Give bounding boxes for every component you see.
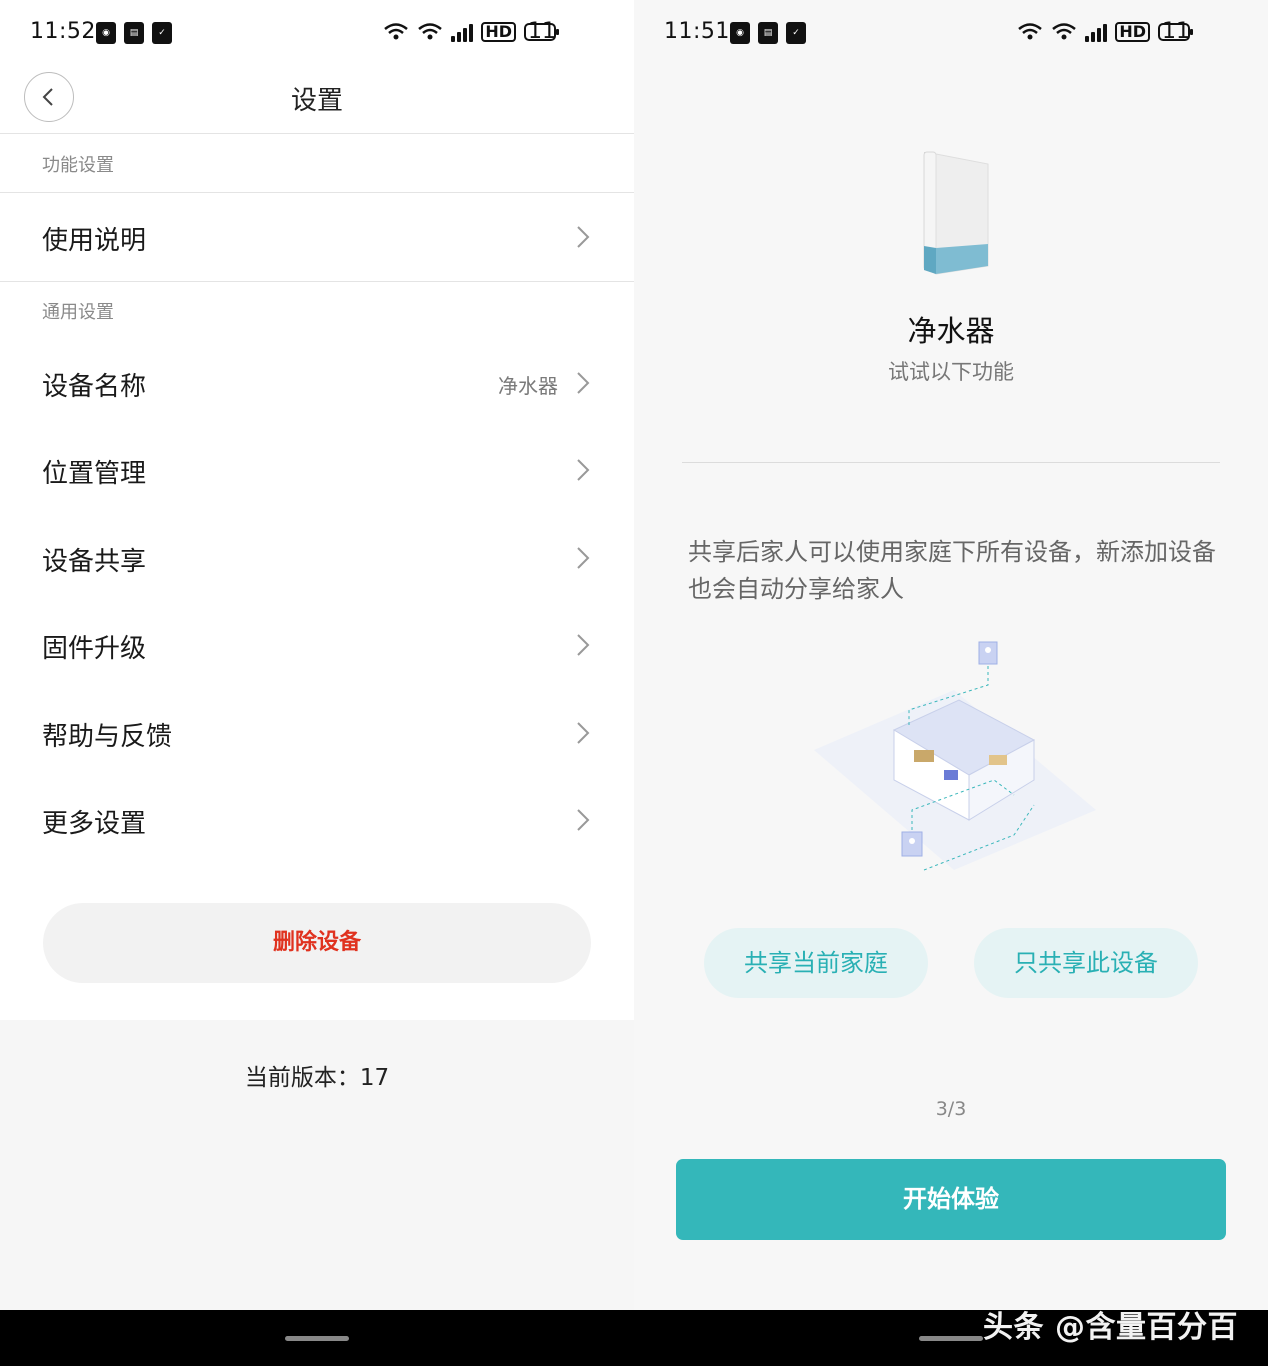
row-instructions[interactable]: 使用说明 (0, 194, 634, 280)
hd-icon: HD (1115, 22, 1150, 42)
chevron-right-icon (577, 459, 590, 481)
page-title: 设置 (290, 86, 343, 116)
chevron-right-icon (577, 547, 590, 569)
wifi-icon (1051, 22, 1077, 42)
wifi-icon (417, 22, 443, 42)
download-icon: ✓ (786, 22, 806, 44)
home-sharing-illustration (814, 641, 1096, 871)
row-label: 帮助与反馈 (42, 722, 173, 752)
weibo-icon: ◉ (730, 22, 750, 44)
row-location[interactable]: 位置管理 (0, 427, 634, 513)
signal-icon (451, 22, 474, 42)
download-icon: ✓ (152, 22, 172, 44)
chevron-right-icon (577, 809, 590, 831)
share-device-button[interactable]: 只共享此设备 (974, 928, 1198, 998)
signal-icon (1085, 22, 1108, 42)
chevron-right-icon (577, 226, 590, 248)
toutiao-icon: ▤ (758, 22, 778, 44)
notification-icons: ◉ ▤ ✓ (96, 22, 172, 44)
row-value: 净水器 (498, 374, 558, 398)
toutiao-icon: ▤ (124, 22, 144, 44)
water-purifier-image (923, 151, 989, 275)
home-handle[interactable] (285, 1336, 349, 1341)
settings-header: 设置 (0, 68, 634, 134)
chevron-right-icon (577, 722, 590, 744)
battery-level: 11 (1162, 19, 1190, 44)
divider (682, 462, 1220, 463)
chevron-right-icon (577, 372, 590, 394)
row-label: 更多设置 (42, 809, 147, 839)
notification-icons: ◉ ▤ ✓ (730, 22, 806, 44)
hd-icon: HD (481, 22, 516, 42)
row-firmware[interactable]: 固件升级 (0, 602, 634, 688)
version-text: 当前版本：17 (244, 1065, 390, 1091)
row-label: 位置管理 (42, 459, 147, 489)
settings-screen: 11:52 ◉ ▤ ✓ HD 11 设置 功能设置 使用说明 通用设置 设备名称… (0, 0, 634, 1310)
share-intro-screen: 11:51 ◉ ▤ ✓ HD 11 净水器 试试以下功能 共享后家人可以使用家庭… (634, 0, 1268, 1310)
section-label-general: 通用设置 (42, 302, 114, 323)
row-label: 设备共享 (42, 547, 147, 577)
wifi-icon (1017, 22, 1043, 42)
row-device-sharing[interactable]: 设备共享 (0, 515, 634, 601)
device-name: 净水器 (907, 314, 995, 348)
chevron-right-icon (577, 634, 590, 656)
home-handle[interactable] (919, 1336, 983, 1341)
battery-level: 11 (528, 19, 556, 44)
status-time: 11:52 (30, 19, 96, 44)
watermark: 头条 @含量百分百 (983, 1310, 1238, 1345)
divider (0, 192, 634, 193)
row-label: 使用说明 (42, 226, 147, 256)
row-more-settings[interactable]: 更多设置 (0, 777, 634, 863)
share-home-button[interactable]: 共享当前家庭 (704, 928, 928, 998)
page-indicator: 3/3 (935, 1098, 967, 1120)
device-subtitle: 试试以下功能 (888, 360, 1014, 384)
wifi-icon (383, 22, 409, 42)
divider (0, 281, 634, 282)
status-time: 11:51 (664, 19, 730, 44)
row-label: 设备名称 (42, 372, 147, 402)
weibo-icon: ◉ (96, 22, 116, 44)
row-help-feedback[interactable]: 帮助与反馈 (0, 690, 634, 776)
status-bar: 11:52 ◉ ▤ ✓ HD 11 (0, 0, 634, 68)
row-label: 固件升级 (42, 634, 147, 664)
section-label-function: 功能设置 (42, 155, 114, 176)
status-bar: 11:51 ◉ ▤ ✓ HD 11 (634, 0, 1268, 68)
delete-device-button[interactable]: 删除设备 (43, 903, 591, 983)
start-experience-button[interactable]: 开始体验 (676, 1159, 1226, 1240)
row-device-name[interactable]: 设备名称 净水器 (0, 340, 634, 426)
share-description: 共享后家人可以使用家庭下所有设备，新添加设备也会自动分享给家人 (688, 538, 1216, 603)
